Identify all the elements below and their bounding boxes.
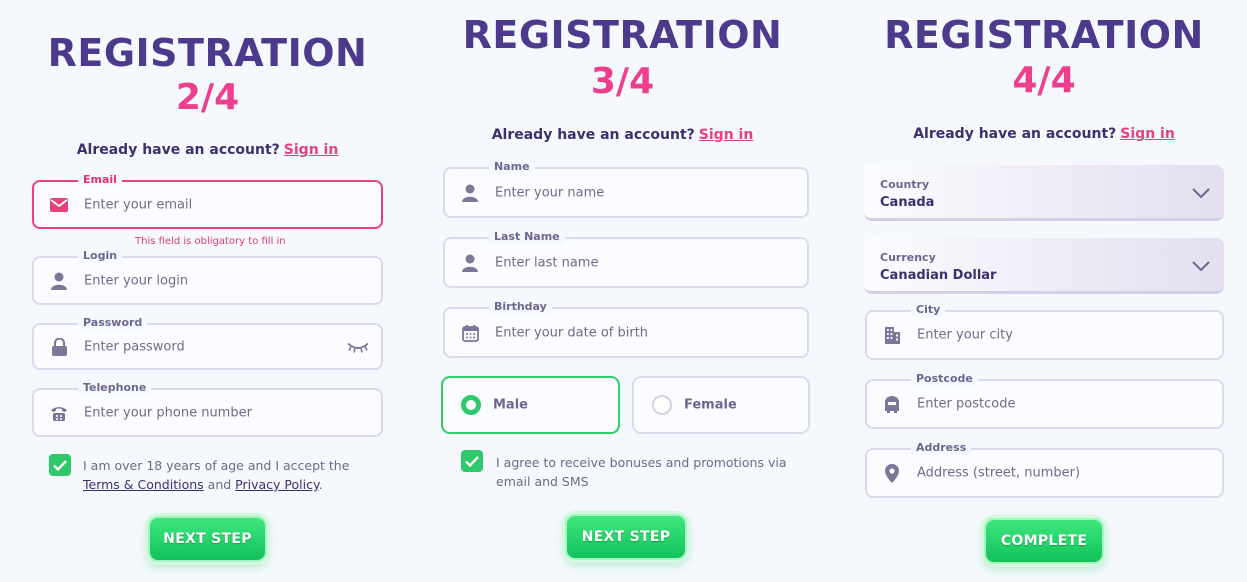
last-name-input[interactable]: Enter last name xyxy=(495,255,598,270)
address-label: Address xyxy=(911,441,971,455)
eye-closed-icon[interactable] xyxy=(347,337,369,356)
page-title: REGISTRATION xyxy=(415,16,830,54)
complete-button[interactable]: COMPLETE xyxy=(984,518,1104,564)
location-pin-icon xyxy=(883,464,901,482)
currency-label: Currency xyxy=(880,251,936,264)
user-icon xyxy=(461,184,479,202)
gender-male-option[interactable]: Male xyxy=(441,376,620,434)
male-label: Male xyxy=(493,398,528,413)
bonuses-checkbox[interactable] xyxy=(461,450,483,472)
terms-checkbox[interactable] xyxy=(49,454,71,476)
name-field[interactable]: Name Enter your name xyxy=(443,167,809,218)
login-label: Login xyxy=(78,249,122,263)
female-radio[interactable] xyxy=(652,395,672,415)
password-field[interactable]: Password Enter password xyxy=(32,323,383,370)
male-radio[interactable] xyxy=(461,395,481,415)
page-title: REGISTRATION xyxy=(0,34,415,72)
step-indicator: 4/4 xyxy=(830,63,1247,99)
sign-in-link[interactable]: Sign in xyxy=(1120,126,1175,142)
telephone-input[interactable]: Enter your phone number xyxy=(84,405,252,420)
mailbox-icon xyxy=(883,395,901,413)
terms-text-line: I am over 18 years of age and I accept t… xyxy=(83,458,349,473)
birthday-field[interactable]: Birthday Enter your date of birth xyxy=(443,307,809,358)
password-label: Password xyxy=(78,316,147,330)
country-value: Canada xyxy=(880,195,934,210)
email-error-message: This field is obligatory to fill in xyxy=(135,236,286,247)
email-label: Email xyxy=(78,173,122,187)
terms-text: I am over 18 years of age and I accept t… xyxy=(83,456,373,494)
step-indicator: 3/4 xyxy=(415,64,830,100)
terms-period: . xyxy=(319,477,323,492)
sign-in-link[interactable]: Sign in xyxy=(699,127,754,143)
account-prompt-text: Already have an account? xyxy=(913,126,1116,142)
city-field[interactable]: City Enter your city xyxy=(865,310,1224,360)
lock-icon xyxy=(50,338,68,356)
address-input[interactable]: Address (street, number) xyxy=(917,466,1080,481)
chevron-down-icon[interactable] xyxy=(1192,183,1210,202)
address-field[interactable]: Address Address (street, number) xyxy=(865,448,1224,498)
postcode-input[interactable]: Enter postcode xyxy=(917,397,1015,412)
envelope-icon xyxy=(50,196,68,214)
calendar-icon xyxy=(461,324,479,342)
user-icon xyxy=(50,272,68,290)
account-prompt: Already have an account?Sign in xyxy=(415,127,830,143)
page-title: REGISTRATION xyxy=(830,16,1247,54)
currency-value: Canadian Dollar xyxy=(880,268,996,283)
next-step-button[interactable]: NEXT STEP xyxy=(565,514,687,560)
bonuses-text: I agree to receive bonuses and promotion… xyxy=(496,453,806,491)
registration-step-4-panel: REGISTRATION 4/4 Already have an account… xyxy=(830,0,1247,582)
login-input[interactable]: Enter your login xyxy=(84,273,188,288)
step-indicator: 2/4 xyxy=(0,80,415,116)
last-name-label: Last Name xyxy=(489,230,565,244)
account-prompt: Already have an account?Sign in xyxy=(830,126,1247,142)
country-select[interactable]: Country Canada xyxy=(864,165,1224,221)
telephone-field[interactable]: Telephone Enter your phone number xyxy=(32,388,383,437)
city-label: City xyxy=(911,303,945,317)
postcode-field[interactable]: Postcode Enter postcode xyxy=(865,379,1224,429)
phone-icon xyxy=(50,404,68,422)
checkmark-icon xyxy=(465,456,479,467)
registration-step-3-panel: REGISTRATION 3/4 Already have an account… xyxy=(415,0,830,582)
email-field[interactable]: Email Enter your email xyxy=(32,180,383,229)
birthday-input[interactable]: Enter your date of birth xyxy=(495,325,648,340)
country-label: Country xyxy=(880,178,929,191)
terms-and-text: and xyxy=(208,477,232,492)
female-label: Female xyxy=(684,398,737,413)
birthday-label: Birthday xyxy=(489,300,552,314)
name-input[interactable]: Enter your name xyxy=(495,185,604,200)
next-step-button[interactable]: NEXT STEP xyxy=(148,516,267,562)
building-icon xyxy=(883,326,901,344)
last-name-field[interactable]: Last Name Enter last name xyxy=(443,237,809,288)
chevron-down-icon[interactable] xyxy=(1192,256,1210,275)
registration-step-2-panel: REGISTRATION 2/4 Already have an account… xyxy=(0,0,415,582)
login-field[interactable]: Login Enter your login xyxy=(32,256,383,305)
gender-female-option[interactable]: Female xyxy=(632,376,810,434)
sign-in-link[interactable]: Sign in xyxy=(284,142,339,158)
account-prompt-text: Already have an account? xyxy=(492,127,695,143)
telephone-label: Telephone xyxy=(78,381,151,395)
account-prompt-text: Already have an account? xyxy=(77,142,280,158)
email-input[interactable]: Enter your email xyxy=(84,197,192,212)
city-input[interactable]: Enter your city xyxy=(917,328,1013,343)
account-prompt: Already have an account?Sign in xyxy=(0,142,415,158)
password-input[interactable]: Enter password xyxy=(84,339,185,354)
user-icon xyxy=(461,254,479,272)
postcode-label: Postcode xyxy=(911,372,978,386)
terms-conditions-link[interactable]: Terms & Conditions xyxy=(83,477,204,492)
privacy-policy-link[interactable]: Privacy Policy xyxy=(235,477,318,492)
name-label: Name xyxy=(489,160,535,174)
checkmark-icon xyxy=(53,460,67,471)
currency-select[interactable]: Currency Canadian Dollar xyxy=(864,238,1224,294)
